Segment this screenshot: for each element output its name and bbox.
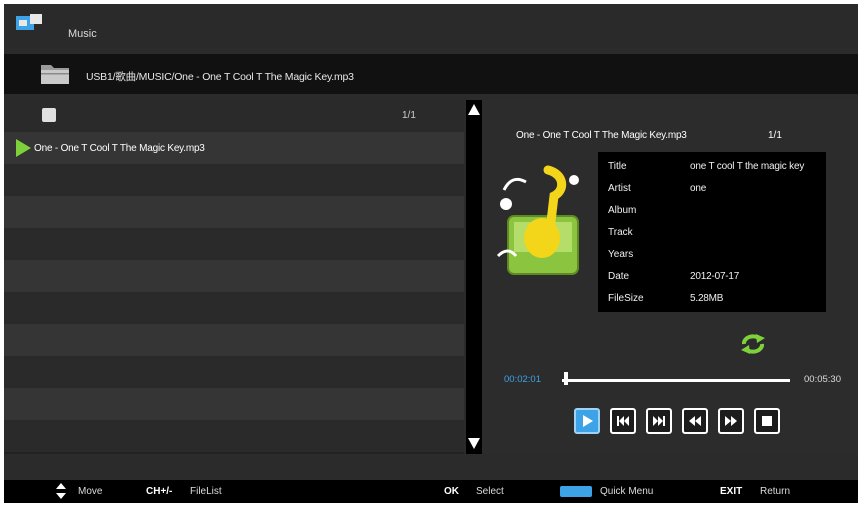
- list-item-empty: [4, 420, 464, 452]
- info-label: Album: [608, 205, 637, 216]
- list-page-count: 1/1: [402, 110, 416, 121]
- footer-select-label: Select: [476, 486, 504, 497]
- stop-button[interactable]: [754, 408, 780, 434]
- next-button[interactable]: [646, 408, 672, 434]
- info-value: one T cool T the magic key: [690, 161, 805, 172]
- progress-thumb[interactable]: [564, 372, 568, 385]
- fast-forward-icon: [725, 416, 737, 426]
- footer-ok-key: OK: [444, 486, 459, 497]
- footer-filelist-label: FileList: [190, 486, 222, 497]
- parent-folder-icon: [42, 108, 56, 122]
- list-item-empty: [4, 196, 464, 228]
- path-bar: USB1/歌曲/MUSIC/One - One T Cool T The Mag…: [4, 54, 858, 94]
- scrollbar[interactable]: [466, 100, 482, 454]
- info-row-artist: Artist one: [598, 178, 826, 200]
- previous-button[interactable]: [610, 408, 636, 434]
- info-value: one: [690, 183, 707, 194]
- footer-return-label: Return: [760, 486, 791, 497]
- rewind-button[interactable]: [682, 408, 708, 434]
- list-item-label: One - One T Cool T The Magic Key.mp3: [34, 143, 205, 154]
- info-value: 5.28MB: [690, 293, 724, 304]
- info-label: Track: [608, 227, 633, 238]
- footer-ch-key: CH+/-: [146, 486, 173, 497]
- file-path: USB1/歌曲/MUSIC/One - One T Cool T The Mag…: [86, 71, 354, 83]
- footer-move-label: Move: [78, 486, 103, 497]
- scroll-down-icon[interactable]: [468, 438, 480, 449]
- stop-icon: [762, 416, 772, 426]
- current-time: 00:02:01: [504, 374, 541, 385]
- now-playing-count: 1/1: [768, 130, 782, 141]
- rewind-icon: [689, 416, 701, 426]
- folder-icon: [41, 65, 69, 84]
- repeat-icon[interactable]: [738, 332, 768, 356]
- play-icon: [583, 415, 593, 427]
- info-label: Date: [608, 271, 630, 282]
- play-button[interactable]: [574, 408, 600, 434]
- list-item-empty: [4, 388, 464, 420]
- music-note-icon: [496, 165, 579, 275]
- music-player-screen: Music USB1/歌曲/MUSIC/One - One T Cool T T…: [4, 4, 858, 503]
- list-item-empty: [4, 356, 464, 388]
- info-row-filesize: FileSize 5.28MB: [598, 288, 826, 310]
- fast-forward-button[interactable]: [718, 408, 744, 434]
- info-label: Artist: [608, 183, 631, 194]
- footer-help-bar: Move CH+/- FileList OK Select Quick Menu…: [4, 480, 858, 503]
- up-down-arrow-icon: [56, 483, 66, 499]
- list-item-empty: [4, 292, 464, 324]
- list-item-empty: [4, 164, 464, 196]
- total-time: 00:05:30: [804, 374, 841, 385]
- info-row-date: Date 2012-07-17: [598, 266, 826, 288]
- scroll-up-icon[interactable]: [468, 104, 480, 115]
- footer-exit-key: EXIT: [720, 486, 743, 497]
- list-item-up-folder[interactable]: 1/1: [4, 100, 464, 132]
- title-bar: Music: [4, 4, 858, 48]
- previous-icon: [617, 416, 629, 426]
- info-label: Title: [608, 161, 627, 172]
- page-title: Music: [68, 28, 97, 40]
- now-playing-panel: One - One T Cool T The Magic Key.mp3 1/1…: [482, 100, 858, 454]
- info-label: FileSize: [608, 293, 644, 304]
- now-playing-filename: One - One T Cool T The Magic Key.mp3: [516, 130, 687, 141]
- info-row-title: Title one T cool T the magic key: [598, 156, 826, 178]
- info-label: Years: [608, 249, 634, 260]
- track-info-box: Title one T cool T the magic key Artist …: [598, 152, 826, 312]
- info-row-track: Track: [598, 222, 826, 244]
- file-list: 1/1 One - One T Cool T The Magic Key.mp3: [4, 100, 464, 454]
- info-row-album: Album: [598, 200, 826, 222]
- music-app-icon: [16, 14, 42, 30]
- info-row-years: Years: [598, 244, 826, 266]
- list-item[interactable]: One - One T Cool T The Magic Key.mp3: [4, 132, 464, 164]
- list-item-empty: [4, 324, 464, 356]
- list-item-empty: [4, 228, 464, 260]
- progress-bar[interactable]: [562, 379, 790, 382]
- info-value: 2012-07-17: [690, 271, 740, 282]
- footer-quick-menu-label: Quick Menu: [600, 486, 654, 497]
- list-item-empty: [4, 260, 464, 292]
- now-playing-icon: [16, 139, 31, 157]
- next-icon: [653, 416, 665, 426]
- blue-key-icon: [560, 486, 592, 497]
